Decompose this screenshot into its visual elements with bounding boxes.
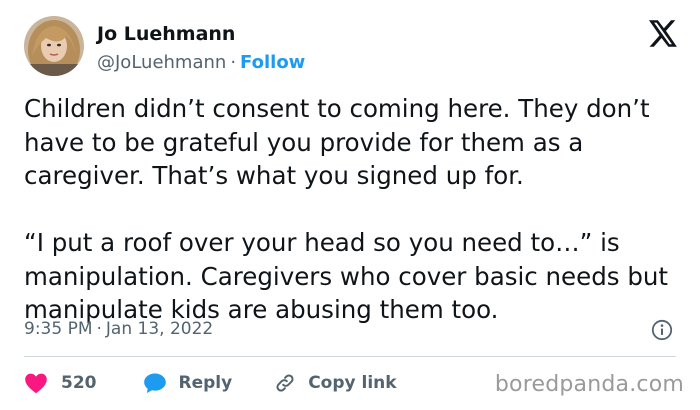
heart-icon [24,372,48,394]
handle-separator: · [230,52,237,73]
x-logo-icon[interactable] [649,20,678,47]
tweet-timestamp[interactable]: 9:35 PM · Jan 13, 2022 [24,318,213,340]
avatar[interactable] [24,16,84,76]
divider [24,356,676,357]
like-button[interactable]: 520 [24,372,97,394]
like-count: 520 [61,373,97,393]
tweet-paragraph: Children didn’t consent to coming here. … [24,94,650,190]
watermark: boredpanda.com [494,372,684,397]
tweet-paragraph: “I put a roof over your head so you need… [24,228,668,324]
copy-link-label: Copy link [308,373,397,393]
timestamp-separator: · [96,319,102,339]
info-icon[interactable] [651,319,673,341]
action-bar: 520 Reply Copy link [24,370,397,396]
handle-row: @JoLuehmann · Follow [97,51,305,75]
follow-button[interactable]: Follow [240,52,305,73]
handle[interactable]: @JoLuehmann [97,52,226,73]
reply-label: Reply [178,373,233,393]
display-name[interactable]: Jo Luehmann [97,22,305,46]
tweet-time: 9:35 PM [24,319,93,339]
tweet-text: Children didn’t consent to coming here. … [24,92,684,327]
avatar-image [24,16,84,76]
link-icon [274,372,296,394]
author-block: Jo Luehmann @JoLuehmann · Follow [97,22,305,75]
reply-button[interactable]: Reply [131,372,233,394]
reply-bubble-icon [143,372,167,394]
tweet-date: Jan 13, 2022 [105,319,214,339]
copy-link-button[interactable]: Copy link [262,372,397,394]
